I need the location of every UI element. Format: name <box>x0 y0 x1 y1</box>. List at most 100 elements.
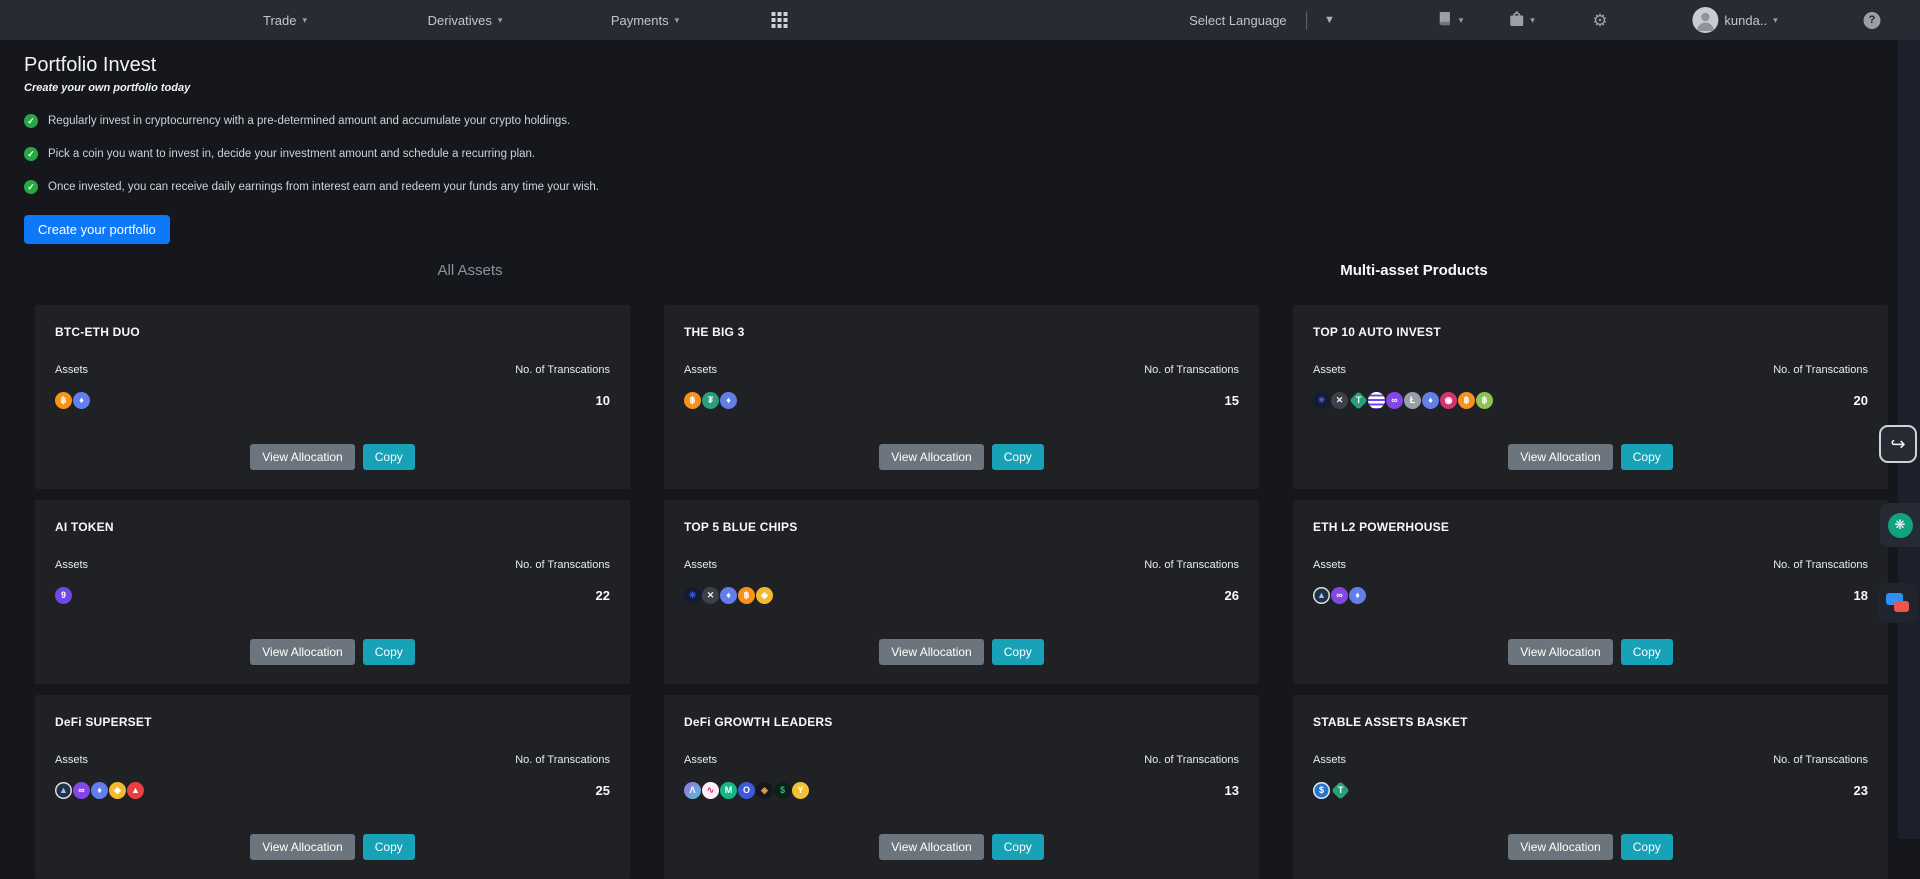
portfolio-card: ETH L2 POWERHOUSE Assets No. of Transcat… <box>1293 500 1888 684</box>
transactions-label: No. of Transcations <box>515 754 610 766</box>
view-allocation-button[interactable]: View Allocation <box>1508 639 1613 665</box>
settings-gear-icon[interactable]: ⚙ <box>1592 0 1607 40</box>
chevron-down-icon: ▾ <box>498 16 503 25</box>
section-headers: All Assets Multi-asset Products <box>0 262 1920 279</box>
multi-asset-products-heading: Multi-asset Products <box>940 262 1888 279</box>
chatgpt-extension-icon[interactable]: ❋ <box>1880 503 1920 547</box>
coin-icons: ฿₮♦ <box>684 392 738 409</box>
copy-button[interactable]: Copy <box>992 639 1044 665</box>
top-nav: Trade ▾ Derivatives ▾ Payments ▾ Select … <box>0 0 1920 40</box>
card-title: BTC-ETH DUO <box>55 325 610 339</box>
copy-button[interactable]: Copy <box>1621 834 1673 860</box>
shield-coin-icon: ◈ <box>756 782 773 799</box>
card-title: DeFi GROWTH LEADERS <box>684 715 1239 729</box>
user-menu[interactable]: kunda.. ▾ <box>1692 0 1777 40</box>
assets-label: Assets <box>684 364 717 376</box>
orders-book-icon <box>1437 11 1453 30</box>
page-title: Portfolio Invest <box>24 54 1896 77</box>
chevron-down-icon: ▾ <box>1773 16 1778 25</box>
nav-item-label: Derivatives <box>428 13 492 28</box>
red-bubble-icon <box>1894 601 1909 612</box>
tether-gem-icon: T <box>1349 391 1367 409</box>
view-allocation-button[interactable]: View Allocation <box>1508 834 1613 860</box>
transactions-count: 13 <box>1225 783 1239 798</box>
xrp-icon: ✕ <box>702 587 719 604</box>
xrp-icon: ✕ <box>1331 392 1348 409</box>
sunburst-coin-icon: ✳ <box>1313 392 1330 409</box>
avalanche-icon: ▲ <box>127 782 144 799</box>
polygon-icon: ∞ <box>1386 392 1403 409</box>
polygon-icon: ∞ <box>73 782 90 799</box>
striped-coin-icon <box>1368 392 1385 409</box>
assets-label: Assets <box>1313 754 1346 766</box>
portfolio-card: AI TOKEN Assets No. of Transcations 9 22… <box>35 500 630 684</box>
transactions-count: 18 <box>1854 588 1868 603</box>
page-header: Portfolio Invest Create your own portfol… <box>0 40 1920 244</box>
view-allocation-button[interactable]: View Allocation <box>1508 444 1613 470</box>
language-caret-icon: ▼ <box>1324 14 1335 26</box>
uniswap-icon: ∿ <box>702 782 719 799</box>
bitcoin-icon: ฿ <box>1458 392 1475 409</box>
copy-button[interactable]: Copy <box>1621 639 1673 665</box>
transactions-label: No. of Transcations <box>1144 559 1239 571</box>
chatgpt-logo-icon: ❋ <box>1888 513 1913 538</box>
arbitrum-icon: ▲ <box>1313 587 1330 604</box>
apps-grid-icon[interactable] <box>772 0 789 40</box>
card-title: THE BIG 3 <box>684 325 1239 339</box>
polkadot-icon: ◉ <box>1440 392 1457 409</box>
help-icon[interactable]: ? <box>1864 0 1881 40</box>
view-allocation-button[interactable]: View Allocation <box>250 639 355 665</box>
language-selector[interactable]: Select Language │ ▼ <box>1189 0 1335 40</box>
chevron-down-icon: ▾ <box>1530 16 1535 25</box>
assets-label: Assets <box>55 754 88 766</box>
orders-menu[interactable]: ▾ <box>1437 0 1464 40</box>
benefit-item: ✓ Pick a coin you want to invest in, dec… <box>24 147 1896 161</box>
coin-icons: 9 <box>55 587 73 604</box>
chevron-down-icon: ▾ <box>675 16 680 25</box>
nav-item-label: Trade <box>263 13 296 28</box>
bnb-icon: ◈ <box>756 587 773 604</box>
view-allocation-button[interactable]: View Allocation <box>879 639 984 665</box>
transactions-label: No. of Transcations <box>1773 559 1868 571</box>
copy-button[interactable]: Copy <box>363 834 415 860</box>
chevron-down-icon: ▾ <box>302 16 307 25</box>
check-circle-icon: ✓ <box>24 180 38 194</box>
y-coin-icon: Y <box>792 782 809 799</box>
ethereum-icon: ♦ <box>73 392 90 409</box>
create-portfolio-button[interactable]: Create your portfolio <box>24 215 170 244</box>
cards-grid: BTC-ETH DUO Assets No. of Transcations ฿… <box>35 305 1888 879</box>
share-arrow-icon[interactable]: ↪ <box>1879 425 1917 463</box>
tether-icon: ₮ <box>702 392 719 409</box>
transactions-label: No. of Transcations <box>515 364 610 376</box>
assets-label: Assets <box>55 364 88 376</box>
nav-item-trade[interactable]: Trade ▾ <box>263 0 307 40</box>
view-allocation-button[interactable]: View Allocation <box>250 834 355 860</box>
benefit-text: Pick a coin you want to invest in, decid… <box>48 148 535 160</box>
coin-icons: ✳✕♦฿◈ <box>684 587 774 604</box>
copy-button[interactable]: Copy <box>363 639 415 665</box>
m-coin-icon: M <box>720 782 737 799</box>
coin-icons: ฿♦ <box>55 392 91 409</box>
ethereum-icon: ♦ <box>1422 392 1439 409</box>
nav-item-payments[interactable]: Payments ▾ <box>611 0 679 40</box>
ethereum-icon: ♦ <box>1349 587 1366 604</box>
wallet-menu[interactable]: ▾ <box>1509 0 1535 40</box>
copy-button[interactable]: Copy <box>363 444 415 470</box>
copy-button[interactable]: Copy <box>1621 444 1673 470</box>
view-allocation-button[interactable]: View Allocation <box>250 444 355 470</box>
copy-button[interactable]: Copy <box>992 834 1044 860</box>
divider: │ <box>1303 12 1312 29</box>
view-allocation-button[interactable]: View Allocation <box>879 444 984 470</box>
portfolio-card: BTC-ETH DUO Assets No. of Transcations ฿… <box>35 305 630 489</box>
s-coin-icon: $ <box>774 782 791 799</box>
transactions-count: 20 <box>1854 393 1868 408</box>
chat-bubbles-extension-icon[interactable] <box>1878 583 1918 623</box>
arbitrum-icon: ▲ <box>55 782 72 799</box>
o-coin-icon: O <box>738 782 755 799</box>
copy-button[interactable]: Copy <box>992 444 1044 470</box>
all-assets-heading: All Assets <box>0 262 940 279</box>
assets-label: Assets <box>1313 364 1346 376</box>
nav-item-derivatives[interactable]: Derivatives ▾ <box>428 0 503 40</box>
portfolio-card: THE BIG 3 Assets No. of Transcations ฿₮♦… <box>664 305 1259 489</box>
view-allocation-button[interactable]: View Allocation <box>879 834 984 860</box>
